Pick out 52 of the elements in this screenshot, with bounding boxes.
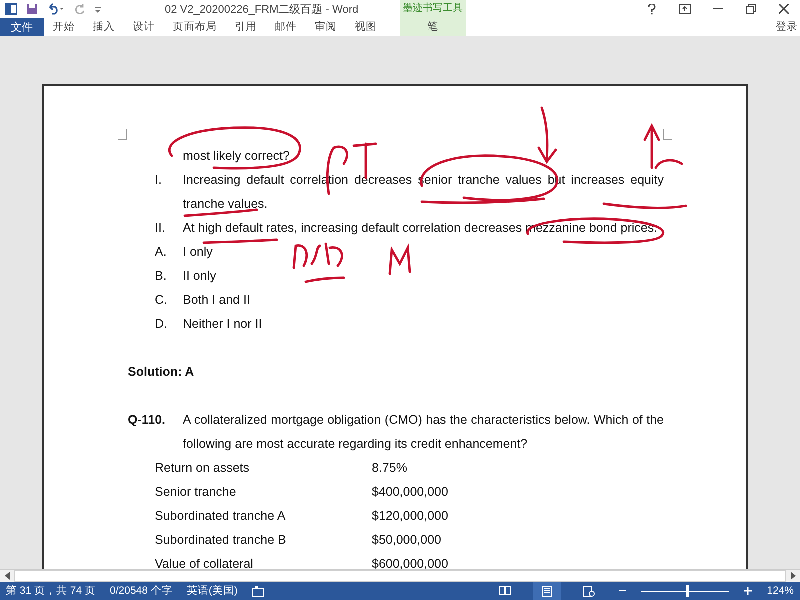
item-text: I only <box>183 244 214 261</box>
plus-icon <box>744 587 752 595</box>
item-text: Both I and II <box>183 292 252 309</box>
item-label: I. <box>155 172 163 189</box>
table-value: 8.75% <box>372 460 408 477</box>
word-logo-icon[interactable] <box>5 3 17 15</box>
item-text: II only <box>183 268 218 285</box>
ribbon-tab[interactable]: 引用 <box>226 18 266 36</box>
ribbon-tab[interactable]: 视图 <box>346 18 386 36</box>
macro-record-icon[interactable] <box>252 586 264 596</box>
table-label: Value of collateral <box>155 556 254 569</box>
window-title: 02 V2_20200226_FRM二级百题 - Word <box>165 2 359 16</box>
table-label: Subordinated tranche B <box>155 532 288 549</box>
table-value: $400,000,000 <box>372 484 448 501</box>
question-text: most likely correct? <box>183 148 291 165</box>
item-label: B. <box>155 268 168 285</box>
sign-in-link[interactable]: 登录 <box>776 18 800 36</box>
table-value: $120,000,000 <box>372 508 448 525</box>
item-label: II. <box>155 220 166 237</box>
minus-icon <box>618 590 626 592</box>
zoom-slider-thumb[interactable] <box>686 585 689 597</box>
table-label: Return on assets <box>155 460 250 477</box>
ribbon-tab[interactable]: 页面布局 <box>164 18 226 36</box>
ribbon-tab[interactable]: 笔 <box>422 18 444 36</box>
zoom-level[interactable]: 124% <box>767 585 794 597</box>
language-indicator[interactable]: 英语(美国) <box>186 584 238 598</box>
item-label: C. <box>155 292 168 309</box>
ribbon-tab[interactable]: 审阅 <box>306 18 346 36</box>
word-count[interactable]: 0/20548 个字 <box>110 584 173 598</box>
item-label: D. <box>155 316 168 333</box>
page-count[interactable]: 第 31 页，共 74 页 <box>6 584 96 598</box>
undo-icon[interactable] <box>47 3 65 15</box>
ribbon-tab[interactable]: 设计 <box>124 18 164 36</box>
item-label: A. <box>155 244 168 261</box>
table-label: Senior tranche <box>155 484 238 501</box>
table-value: $50,000,000 <box>372 532 442 549</box>
customize-icon[interactable] <box>95 5 101 13</box>
margin-mark <box>663 129 672 140</box>
question-number: Q-110. <box>128 412 167 429</box>
ribbon-tab[interactable]: 插入 <box>84 18 124 36</box>
ribbon-tab[interactable]: 邮件 <box>266 18 306 36</box>
zoom-in-button[interactable] <box>743 585 754 597</box>
file-tab[interactable]: 文件 <box>0 18 44 36</box>
table-label: Subordinated tranche A <box>155 508 287 525</box>
margin-mark <box>118 129 127 140</box>
contextual-group-title: 墨迹书写工具 <box>403 2 463 16</box>
save-icon[interactable] <box>26 3 38 15</box>
item-text: Neither I nor II <box>183 316 264 333</box>
solution-text: Solution: A <box>128 364 194 381</box>
print-layout-icon[interactable] <box>533 582 562 600</box>
ribbon-tab[interactable]: 开始 <box>44 18 84 36</box>
question-text: A collateralized mortgage obligation (CMO) has the characteristics below. Which of the following are most accurate regarding its credit enhancement? <box>183 412 664 453</box>
